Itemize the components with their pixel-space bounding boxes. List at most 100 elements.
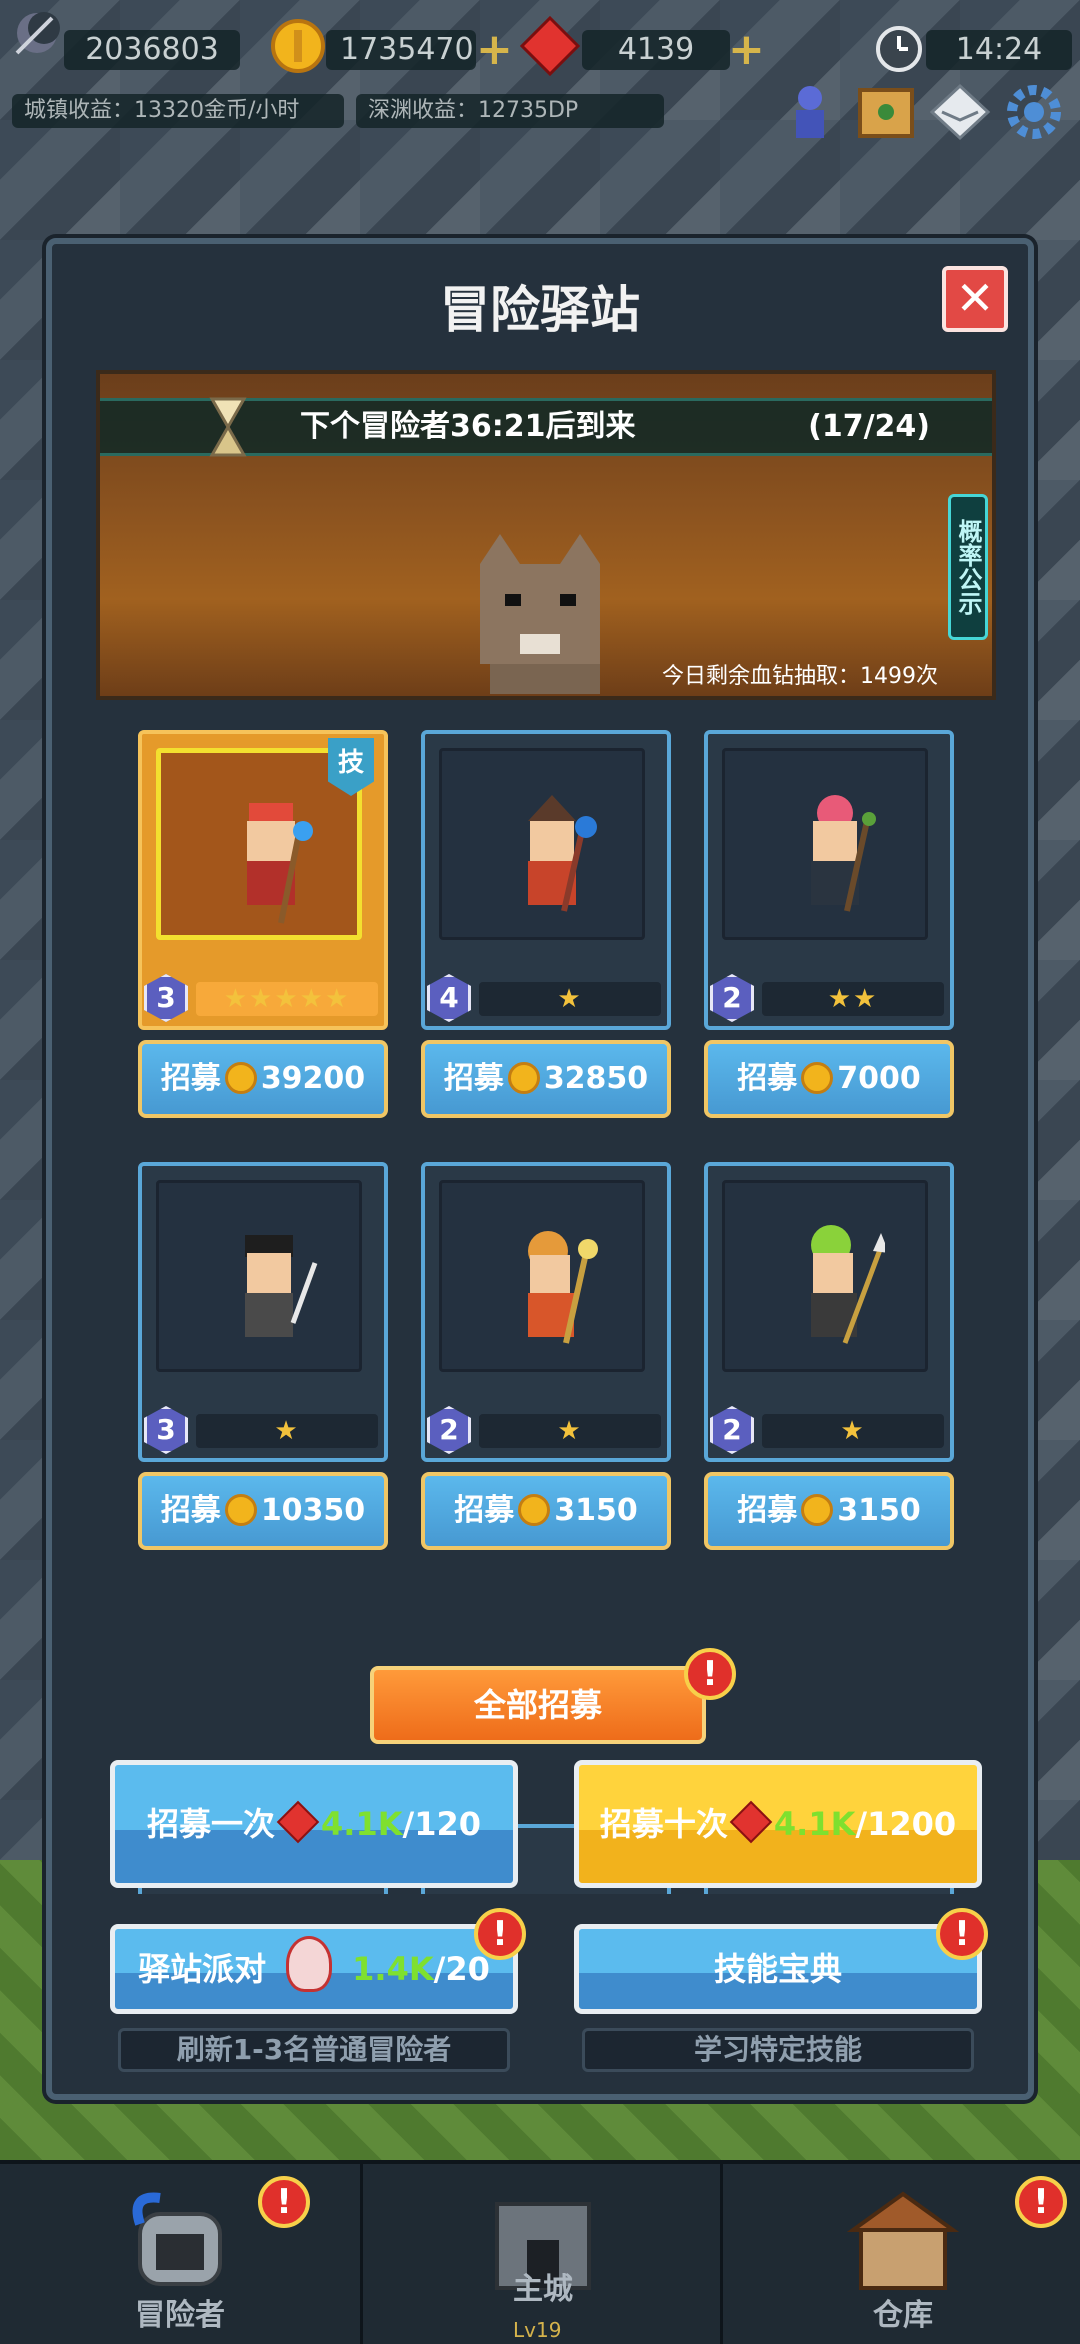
star-rating: ★★ [762,982,944,1016]
recruit-button[interactable]: 招募 3150 [704,1472,954,1550]
hero-cleric-image [528,1231,598,1344]
recruit-cost: 39200 [260,1061,366,1096]
dialog-title: 冒险驿站 [440,281,640,339]
draws-left-text: 今日剩余血钻抽取：1499次 [662,664,938,689]
portrait-frame [156,1180,362,1372]
recruit-cost: 3150 [554,1493,638,1528]
recruit-ten-button[interactable]: 招募十次 4.1K/1200 [574,1760,982,1888]
warehouse-icon [846,2191,960,2290]
adventure-station-dialog: 冒险驿站 ✕ 下个冒险者36:21后到来 (17/24) 概率公示 今日剩余血钻… [46,238,1034,2100]
recruit-once-cost: /120 [402,1805,481,1843]
town-income: 城镇收益：13320金币/小时 [12,94,344,128]
alert-icon: ! [258,2176,310,2228]
tavern-banner: 下个冒险者36:21后到来 (17/24) 概率公示 今日剩余血钻抽取：1499… [96,370,996,700]
gold-coin-icon [801,1062,834,1094]
nav-adventurers-label: 冒险者 [135,2298,225,2333]
recruit-label: 招募 [160,1061,221,1096]
recruit-button[interactable]: 招募 39200 [138,1040,388,1118]
recruit-once-label: 招募一次 [147,1805,276,1843]
gold-coin-icon [507,1062,540,1094]
adventurer-card[interactable]: 技 3 ★★★★★ 招募 39200 [138,730,388,1118]
map-icon[interactable] [854,80,918,144]
portrait-frame [439,1180,645,1372]
gold-coin-icon [271,19,325,73]
adventurer-card[interactable]: 2 ★★ 招募 7000 [704,730,954,1118]
hero-swordsman-image [245,1235,318,1337]
recruit-label: 招募 [454,1493,515,1528]
mail-icon[interactable] [928,80,992,144]
gems-owned: 4.1K [773,1805,856,1843]
recruit-label: 招募 [737,1061,798,1096]
adventurer-card[interactable]: 3 ★ 招募 10350 [138,1162,388,1550]
gold-coin-icon [801,1494,834,1526]
recruit-ten-label: 招募十次 [599,1805,728,1843]
recruit-cost: 10350 [260,1493,366,1528]
nav-warehouse-label: 仓库 [873,2298,933,2333]
knight-helmet-icon [132,2192,222,2286]
recruit-label: 招募 [737,1493,798,1528]
cat-innkeeper-image [480,534,600,694]
gold-counter: 1735470 [326,30,476,70]
probability-tab[interactable]: 概率公示 [948,494,988,640]
summon-figure-icon[interactable] [778,80,842,144]
recruit-button[interactable]: 招募 7000 [704,1040,954,1118]
hero-spearman-image [811,1225,885,1344]
moon-sword-icon [15,12,60,55]
recruit-all-button[interactable]: 全部招募 [370,1666,706,1744]
add-gold-button[interactable]: + [476,28,513,72]
adventurer-card[interactable]: 4 ★ 招募 32850 [421,730,671,1118]
red-gem-icon [520,16,580,76]
party-description: 刷新1-3名普通冒险者 [118,2028,510,2072]
next-arrival-text: 下个冒险者36:21后到来 [300,409,636,444]
red-gem-icon [729,1800,773,1844]
recruit-cost: 3150 [837,1493,921,1528]
hourglass-icon [209,397,247,457]
gems-counter: 4139 [582,30,730,70]
gold-coin-icon [224,1062,257,1094]
star-rating: ★ [762,1414,944,1448]
recruit-button[interactable]: 招募 32850 [421,1040,671,1118]
skill-description: 学习特定技能 [582,2028,974,2072]
potion-icon [286,1936,333,1992]
party-cost: /20 [433,1950,490,1988]
recruit-button[interactable]: 招募 10350 [138,1472,388,1550]
adventurer-card[interactable]: 2 ★ 招募 3150 [704,1162,954,1550]
recruit-ten-cost: /1200 [855,1805,957,1843]
potions-owned: 1.4K [352,1950,434,1988]
gems-owned: 4.1K [321,1805,403,1843]
alert-icon: ! [936,1908,988,1960]
portrait-frame [722,748,928,940]
resource-bar: 2036803 1735470 + 4139 + 14:24 城镇收益：1332… [0,0,1080,141]
gold-coin-icon [224,1494,257,1526]
adventurer-card[interactable]: 2 ★ 招募 3150 [421,1162,671,1550]
gear-icon[interactable] [1002,80,1066,144]
red-gem-icon [276,1800,320,1844]
portrait-frame [722,1180,928,1372]
alert-icon: ! [474,1908,526,1960]
skill-book-button[interactable]: 技能宝典 [574,1924,982,2014]
add-gems-button[interactable]: + [728,28,765,72]
hero-mage-image [528,795,597,912]
alert-icon: ! [684,1648,736,1700]
nav-main-city[interactable]: 主城 Lv19 [360,2164,723,2344]
nav-warehouse[interactable]: ! 仓库 [720,2164,1080,2344]
alert-icon: ! [1015,2176,1067,2228]
clock-icon [876,26,922,72]
star-rating: ★★★★★ [196,982,378,1016]
city-level: Lv19 [513,2318,562,2342]
party-label: 驿站派对 [138,1950,267,1988]
recruit-button[interactable]: 招募 3150 [421,1472,671,1550]
nav-main-city-label: 主城 [513,2272,573,2307]
nav-adventurers[interactable]: ! 冒险者 [0,2164,360,2344]
time-display: 14:24 [926,30,1072,70]
recruit-label: 招募 [160,1493,221,1528]
recruit-cost: 32850 [543,1061,649,1096]
recruit-cost: 7000 [837,1061,921,1096]
station-party-button[interactable]: 驿站派对 1.4K/20 [110,1924,518,2014]
star-rating: ★ [196,1414,378,1448]
recruit-label: 招募 [443,1061,504,1096]
recruit-once-button[interactable]: 招募一次 4.1K/120 [110,1760,518,1888]
close-button[interactable]: ✕ [942,266,1008,332]
hero-mage-king-image [247,803,313,924]
hero-druid-image [811,795,876,912]
